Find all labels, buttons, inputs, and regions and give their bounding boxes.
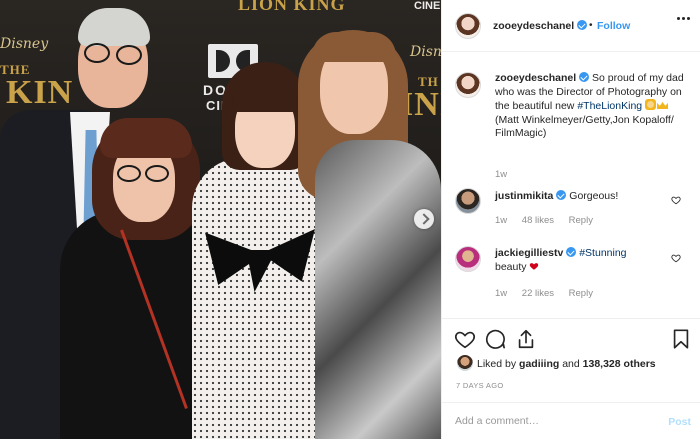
- comment-meta: 1w 48 likes Reply: [495, 215, 593, 226]
- author-username[interactable]: zooeydeschanel: [493, 20, 588, 32]
- caption-avatar[interactable]: [455, 72, 481, 98]
- liker-avatar[interactable]: [457, 355, 473, 371]
- comment-age: 1w: [495, 215, 508, 226]
- backdrop-disney-right: Disn: [410, 44, 441, 60]
- verified-badge-icon: [577, 20, 588, 30]
- comment-text: beauty: [495, 261, 527, 273]
- chevron-right-icon[interactable]: [414, 209, 434, 229]
- verified-badge-icon: [566, 247, 577, 257]
- comment-likes-link[interactable]: 22 likes: [522, 288, 554, 299]
- likes-and: and: [562, 358, 580, 370]
- liker-username[interactable]: gadiiing: [519, 358, 559, 370]
- caption-username[interactable]: zooeydeschanel: [495, 72, 576, 84]
- post-actions: Liked by gadiiing and 138,328 others 7 D…: [442, 318, 700, 439]
- comment-text: Gorgeous!: [569, 190, 619, 202]
- verified-badge-icon: [556, 190, 567, 200]
- likes-summary[interactable]: Liked by gadiiing and 138,328 others: [477, 358, 656, 370]
- comment-avatar[interactable]: [455, 246, 481, 272]
- comment-reply-button[interactable]: Reply: [569, 215, 593, 226]
- backdrop-title-left-big: KIN: [6, 74, 74, 111]
- follow-button[interactable]: Follow: [597, 20, 630, 32]
- author-avatar[interactable]: [455, 13, 481, 39]
- likes-count[interactable]: 138,328 others: [583, 358, 656, 370]
- post-comment-button[interactable]: Post: [668, 416, 691, 428]
- likes-prefix: Liked by: [477, 358, 517, 370]
- crown-emoji-icon: [657, 99, 668, 110]
- post-header: zooeydeschanel • Follow: [442, 0, 700, 52]
- post-date: 7 DAYS AGO: [456, 381, 504, 390]
- comment: jackiegilliestv #Stunning beauty: [495, 246, 665, 274]
- header-separator: •: [589, 20, 593, 31]
- post-photo[interactable]: LION KING CINE Disney THE KIN Disn TH IN…: [0, 0, 441, 439]
- comment-avatar[interactable]: [455, 188, 481, 214]
- heart-icon[interactable]: [671, 253, 681, 263]
- more-options-icon[interactable]: [677, 17, 691, 21]
- caption-hashtag-link[interactable]: #TheLionKing: [577, 100, 642, 112]
- caption-credit-text: (Matt Winkelmeyer/Getty,Jon Kopaloff/ Fi…: [495, 113, 674, 140]
- comment-icon[interactable]: [484, 328, 506, 350]
- caption-age: 1w: [495, 169, 508, 180]
- lion-emoji-icon: [645, 99, 657, 110]
- comment-meta: 1w 22 likes Reply: [495, 288, 593, 299]
- comment-age: 1w: [495, 288, 508, 299]
- comment-likes-link[interactable]: 48 likes: [522, 215, 554, 226]
- post-side-panel: zooeydeschanel • Follow zooeydeschanel S…: [441, 0, 700, 439]
- comment-username[interactable]: jackiegilliestv: [495, 247, 563, 259]
- heart-icon[interactable]: [454, 328, 476, 350]
- heart-icon[interactable]: [671, 195, 681, 205]
- comment-username[interactable]: justinmikita: [495, 190, 553, 202]
- share-icon[interactable]: [515, 328, 537, 350]
- verified-badge-icon: [579, 72, 590, 82]
- backdrop-lion-king-logo: LION KING: [238, 0, 346, 14]
- comment-hashtag-link[interactable]: #Stunning: [579, 247, 626, 259]
- bookmark-icon[interactable]: [670, 328, 692, 350]
- post-caption: zooeydeschanel So proud of my dad who wa…: [495, 72, 695, 141]
- comment-reply-button[interactable]: Reply: [569, 288, 593, 299]
- backdrop-cinema-text: CINE: [414, 0, 441, 12]
- comment: justinmikita Gorgeous!: [495, 189, 618, 203]
- red-heart-emoji-icon: [530, 263, 539, 270]
- add-comment-row: Post: [442, 402, 700, 439]
- backdrop-disney-left: Disney: [0, 36, 49, 52]
- add-comment-input[interactable]: [455, 415, 645, 427]
- author-username-text[interactable]: zooeydeschanel: [493, 20, 574, 32]
